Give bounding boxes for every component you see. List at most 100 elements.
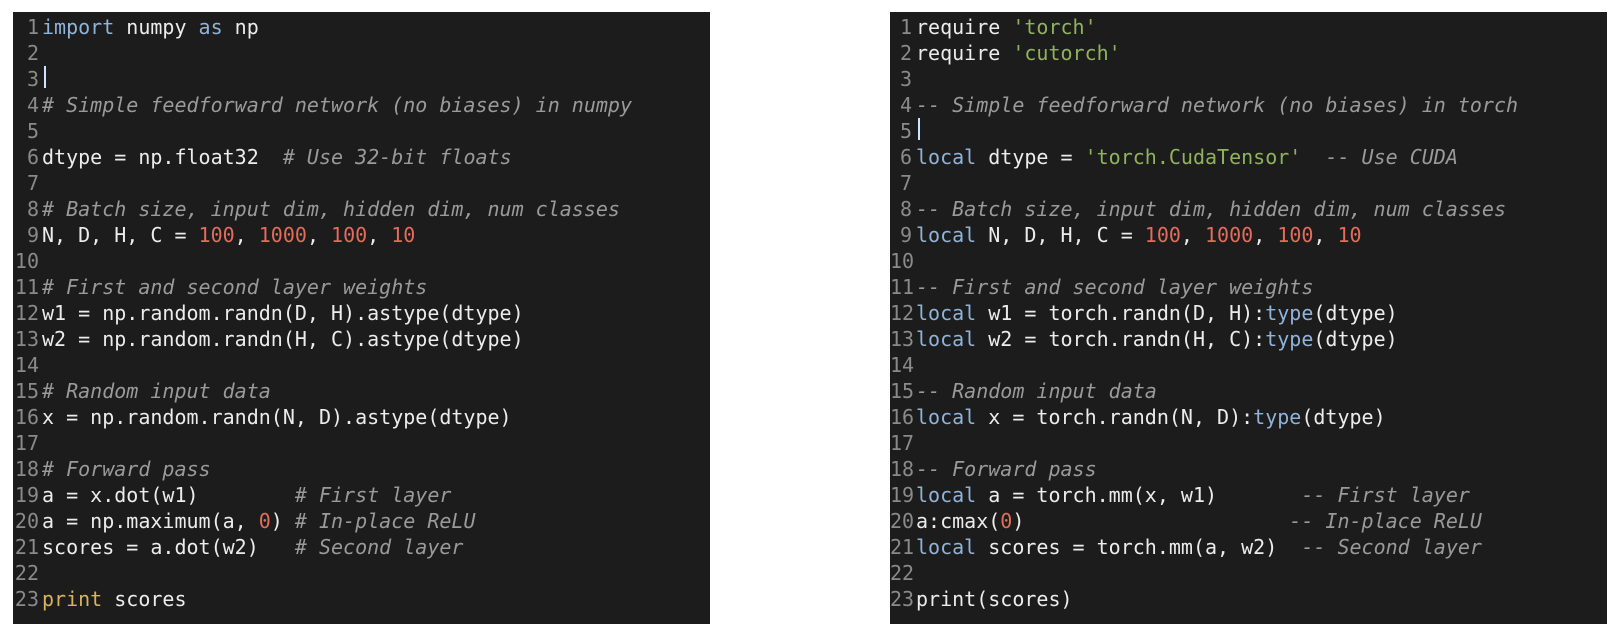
code-line: 19 a = x.dot(w1) # First layer [13,482,710,508]
string-literal: 'torch' [1012,15,1097,39]
line-number: 12 [890,301,915,325]
code-line: 19 local a = torch.mm(x, w1) -- First la… [890,482,1607,508]
code-line: 9 N, D, H, C = 100, 1000, 100, 10 [13,222,710,248]
line-number: 8 [26,197,39,221]
torch-code-editor[interactable]: 1 require 'torch' 2 require 'cutorch' 3 … [890,12,1607,624]
number-literal: 100 [198,223,235,247]
line-content: a:cmax(0) -- In-place ReLU [916,508,1482,534]
code-line: 9 local N, D, H, C = 100, 1000, 100, 10 [890,222,1607,248]
code-line: 15 -- Random input data [890,378,1607,404]
code-text: require [916,41,1013,65]
keyword-as: as [198,15,223,39]
keyword-local: local [916,535,977,559]
line-number: 2 [26,41,39,65]
code-line: 22 [890,560,1607,586]
code-comment: # Batch size, input dim, hidden dim, num… [42,197,620,221]
line-number: 6 [899,145,912,169]
line-number: 8 [899,197,912,221]
code-text: (scores) [976,587,1073,611]
module-name: numpy [114,15,199,39]
method-type: type [1253,405,1302,429]
keyword-local: local [916,145,977,169]
code-text: , [1180,223,1206,247]
code-text: (dtype) [1301,405,1386,429]
code-text: , [306,223,332,247]
code-text: w2 = np.random.randn(H, C).astype(dtype) [42,327,524,351]
line-number: 16 [14,405,39,429]
code-text: , [367,223,392,247]
code-comment: # Random input data [42,379,271,403]
code-comment: -- First layer [1301,483,1470,507]
code-line: 22 [13,560,710,586]
line-content: a = x.dot(w1) # First layer [42,482,451,508]
code-line: 5 [890,118,1607,144]
numpy-code-editor[interactable]: 1 import numpy as np 2 3 4 # Simple feed… [13,12,710,624]
code-text: , [1253,223,1278,247]
line-number: 10 [14,249,39,273]
code-comment: # Second layer [294,535,464,559]
number-literal: 100 [1277,223,1314,247]
code-line: 17 [890,430,1607,456]
code-text: scores = a.dot(w2) [42,535,295,559]
line-content: require 'cutorch' [916,40,1121,66]
code-line: 23 print(scores) [890,586,1607,612]
code-line: 20 a:cmax(0) -- In-place ReLU [890,508,1607,534]
line-number: 13 [890,327,915,351]
line-number: 22 [14,561,39,585]
line-number: 13 [14,327,39,351]
method-type: type [1265,301,1314,325]
code-line: 16 x = np.random.randn(N, D).astype(dtyp… [13,404,710,430]
code-line: 5 [13,118,710,144]
line-number: 23 [890,587,915,611]
line-number: 18 [890,457,915,481]
number-literal: 1000 [1205,223,1254,247]
code-comment: -- In-place ReLU [1289,509,1482,533]
line-number: 14 [890,353,915,377]
code-line: 17 [13,430,710,456]
number-literal: 0 [258,509,271,533]
code-comment: -- Simple feedforward network (no biases… [916,93,1519,117]
code-line: 12 w1 = np.random.randn(D, H).astype(dty… [13,300,710,326]
line-content: local x = torch.randn(N, D):type(dtype) [916,404,1386,430]
code-text: dtype = [976,145,1085,169]
keyword-print: print [42,587,103,611]
code-line: 20 a = np.maximum(a, 0) # In-place ReLU [13,508,710,534]
line-content: import numpy as np [42,14,259,40]
alias-name: np [222,15,259,39]
code-comment: -- Use CUDA [1301,145,1458,169]
code-comment: -- Random input data [916,379,1157,403]
code-line: 10 [890,248,1607,274]
code-line: 7 [13,170,710,196]
code-line: 18 # Forward pass [13,456,710,482]
code-text: , [1313,223,1338,247]
line-content: local w1 = torch.randn(D, H):type(dtype) [916,300,1398,326]
code-line: 12 local w1 = torch.randn(D, H):type(dty… [890,300,1607,326]
number-literal: 0 [1000,509,1013,533]
code-line: 3 [13,66,710,92]
line-content: print scores [42,586,187,612]
line-number: 5 [899,119,912,143]
code-text: a = np.maximum(a, [42,509,259,533]
code-comment: -- Second layer [1301,535,1482,559]
line-content: a = np.maximum(a, 0) # In-place ReLU [42,508,476,534]
code-line: 11 -- First and second layer weights [890,274,1607,300]
line-number: 2 [899,41,912,65]
code-line: 4 -- Simple feedforward network (no bias… [890,92,1607,118]
code-text: w1 = torch.randn(D, H): [976,301,1266,325]
number-literal: 1000 [258,223,307,247]
code-text: print [916,587,977,611]
number-literal: 100 [331,223,368,247]
code-text: a = x.dot(w1) [42,483,295,507]
code-text: ) [270,509,295,533]
code-text: a = torch.mm(x, w1) [976,483,1302,507]
code-line: 14 [890,352,1607,378]
code-text: N, D, H, C = [42,223,199,247]
code-line: 8 -- Batch size, input dim, hidden dim, … [890,196,1607,222]
number-literal: 10 [391,223,416,247]
code-comment: # Use 32-bit floats [282,145,512,169]
screenshot-canvas: 1 import numpy as np 2 3 4 # Simple feed… [0,0,1618,640]
line-content: dtype = np.float32 # Use 32-bit floats [42,144,512,170]
code-line: 8 # Batch size, input dim, hidden dim, n… [13,196,710,222]
code-line: 16 local x = torch.randn(N, D):type(dtyp… [890,404,1607,430]
line-number: 5 [26,119,39,143]
